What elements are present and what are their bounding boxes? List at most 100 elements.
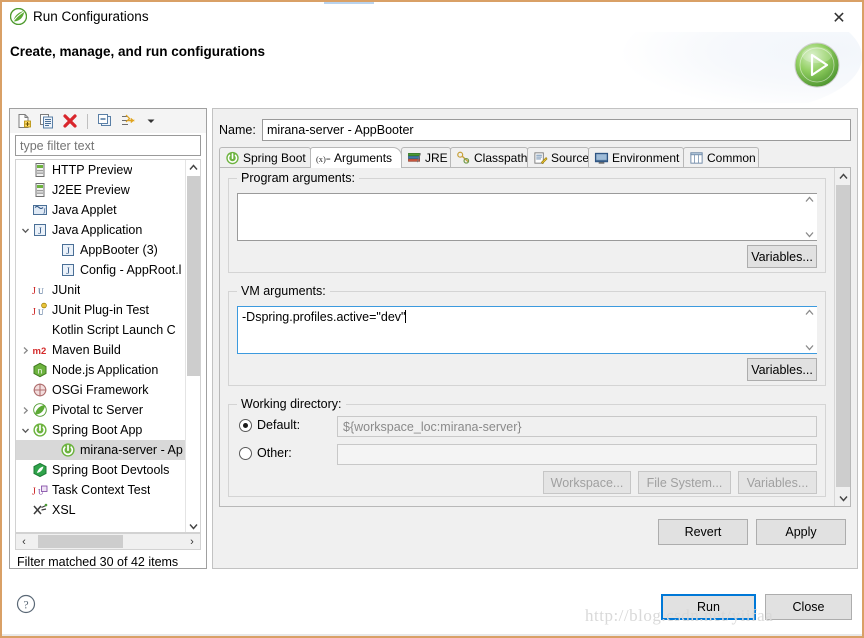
- tab-scroll-thumb[interactable]: [836, 185, 850, 487]
- arguments-icon: (x)=: [316, 151, 331, 166]
- working-directory-other-input[interactable]: [337, 444, 817, 465]
- tree-item[interactable]: Spring Boot App: [16, 420, 186, 440]
- tab-jre[interactable]: JRE: [401, 147, 451, 168]
- program-arguments-variables-button[interactable]: Variables...: [747, 245, 817, 268]
- java-application-icon: J: [60, 242, 76, 258]
- program-arguments-input[interactable]: [237, 193, 817, 241]
- tree-item[interactable]: XSL: [16, 500, 186, 520]
- tab-source[interactable]: Source: [527, 147, 589, 168]
- new-configuration-icon[interactable]: [15, 112, 33, 130]
- vm-arguments-input[interactable]: -Dspring.profiles.active="dev": [237, 306, 817, 354]
- revert-button[interactable]: Revert: [658, 519, 748, 545]
- program-arguments-scrollbar[interactable]: [802, 194, 817, 240]
- svg-text:m2: m2: [33, 346, 47, 357]
- tree-item[interactable]: Pivotal tc Server: [16, 400, 186, 420]
- radio-other-label: Other:: [257, 446, 292, 460]
- working-directory-variables-button[interactable]: Variables...: [738, 471, 817, 494]
- svg-text:n: n: [38, 367, 42, 376]
- page-title: Create, manage, and run configurations: [10, 44, 266, 59]
- background-tab-stub: [324, 2, 374, 4]
- chevron-right-icon[interactable]: [18, 340, 32, 360]
- junit-icon: JU: [32, 282, 48, 298]
- file-system-button[interactable]: File System...: [638, 471, 731, 494]
- tree-item[interactable]: J Config - AppRoot.l: [16, 260, 186, 280]
- tab-common[interactable]: Common: [683, 147, 759, 168]
- svg-text:J: J: [32, 307, 36, 318]
- spring-boot-icon: [32, 422, 48, 438]
- chevron-down-icon[interactable]: [18, 420, 32, 440]
- scroll-up-icon[interactable]: [186, 160, 200, 175]
- svg-text:?: ?: [23, 600, 28, 612]
- filter-input[interactable]: [15, 135, 201, 156]
- tree-item[interactable]: J Java Application: [16, 220, 186, 240]
- filter-status-text: Filter matched 30 of 42 items: [17, 555, 179, 569]
- vm-arguments-scrollbar[interactable]: [802, 307, 817, 353]
- tree-item[interactable]: HTTP Preview: [16, 160, 186, 180]
- scroll-left-icon[interactable]: ‹: [16, 534, 32, 549]
- workspace-button[interactable]: Workspace...: [543, 471, 631, 494]
- view-menu-chevron-icon[interactable]: [142, 112, 160, 130]
- source-icon: [533, 151, 548, 166]
- chevron-right-icon[interactable]: [18, 400, 32, 420]
- tree-item-label: Java Applet: [52, 203, 117, 217]
- tree-item[interactable]: J U JUnit Plug-in Test: [16, 300, 186, 320]
- tab-arguments[interactable]: (x)= Arguments: [310, 147, 402, 168]
- svg-text:J: J: [43, 208, 46, 216]
- run-button[interactable]: Run: [661, 594, 756, 620]
- tab-spring-boot[interactable]: Spring Boot: [219, 147, 311, 168]
- tree-hscroll-thumb[interactable]: [38, 535, 123, 548]
- duplicate-configuration-icon[interactable]: [38, 112, 56, 130]
- tree-item[interactable]: J U Task Context Test: [16, 480, 186, 500]
- tree-item[interactable]: n Node.js Application: [16, 360, 186, 380]
- vm-arguments-title: VM arguments:: [237, 284, 330, 298]
- tab-scroll-down-icon[interactable]: [835, 490, 851, 506]
- tab-scroll-up-icon[interactable]: [835, 168, 851, 184]
- delete-configuration-icon[interactable]: [61, 112, 79, 130]
- close-icon[interactable]: ✕: [816, 2, 862, 32]
- working-directory-other-radio[interactable]: Other:: [239, 446, 292, 460]
- tab-environment[interactable]: Environment: [588, 147, 684, 168]
- tree-item-label: HTTP Preview: [52, 163, 133, 177]
- tree-item[interactable]: J Java Applet: [16, 200, 186, 220]
- chevron-down-icon[interactable]: [18, 220, 32, 240]
- spring-leaf-icon: [9, 7, 28, 26]
- close-button[interactable]: Close: [765, 594, 852, 620]
- server-icon: [32, 162, 48, 178]
- apply-button[interactable]: Apply: [756, 519, 846, 545]
- spring-devtools-icon: [32, 462, 48, 478]
- tab-content-scrollbar[interactable]: [834, 168, 850, 506]
- working-directory-default-radio[interactable]: Default:: [239, 418, 300, 432]
- scroll-down-icon[interactable]: [186, 519, 200, 532]
- tree-item-label: J2EE Preview: [52, 183, 130, 197]
- tree-item[interactable]: Kotlin Script Launch C: [16, 320, 186, 340]
- tree-item[interactable]: OSGi Framework: [16, 380, 186, 400]
- name-row: Name:: [219, 119, 851, 141]
- tree-horizontal-scrollbar[interactable]: ‹ ›: [15, 533, 201, 550]
- tree-scroll-thumb[interactable]: [187, 176, 200, 376]
- tree-vertical-scrollbar[interactable]: [185, 160, 200, 532]
- tree-item-label: Config - AppRoot.l: [80, 263, 182, 277]
- tree-item[interactable]: m2 Maven Build: [16, 340, 186, 360]
- vm-arguments-variables-button[interactable]: Variables...: [747, 358, 817, 381]
- configurations-tree[interactable]: HTTP Preview J2EE Preview J Java Applet J Jav…: [15, 159, 201, 533]
- collapse-all-icon[interactable]: [96, 112, 114, 130]
- tab-classpath[interactable]: Classpath: [450, 147, 528, 168]
- scroll-right-icon[interactable]: ›: [184, 534, 200, 549]
- tree-item[interactable]: J U JUnit: [16, 280, 186, 300]
- tab-label: Spring Boot: [243, 151, 306, 165]
- tree-item-selected[interactable]: mirana-server - Ap: [16, 440, 186, 460]
- tree-item[interactable]: J AppBooter (3): [16, 240, 186, 260]
- tree-item[interactable]: J2EE Preview: [16, 180, 186, 200]
- svg-text:J: J: [32, 487, 36, 498]
- filter-icon[interactable]: [119, 112, 137, 130]
- tree-item[interactable]: Spring Boot Devtools: [16, 460, 186, 480]
- configuration-name-input[interactable]: [262, 119, 851, 141]
- help-icon[interactable]: ?: [16, 594, 36, 614]
